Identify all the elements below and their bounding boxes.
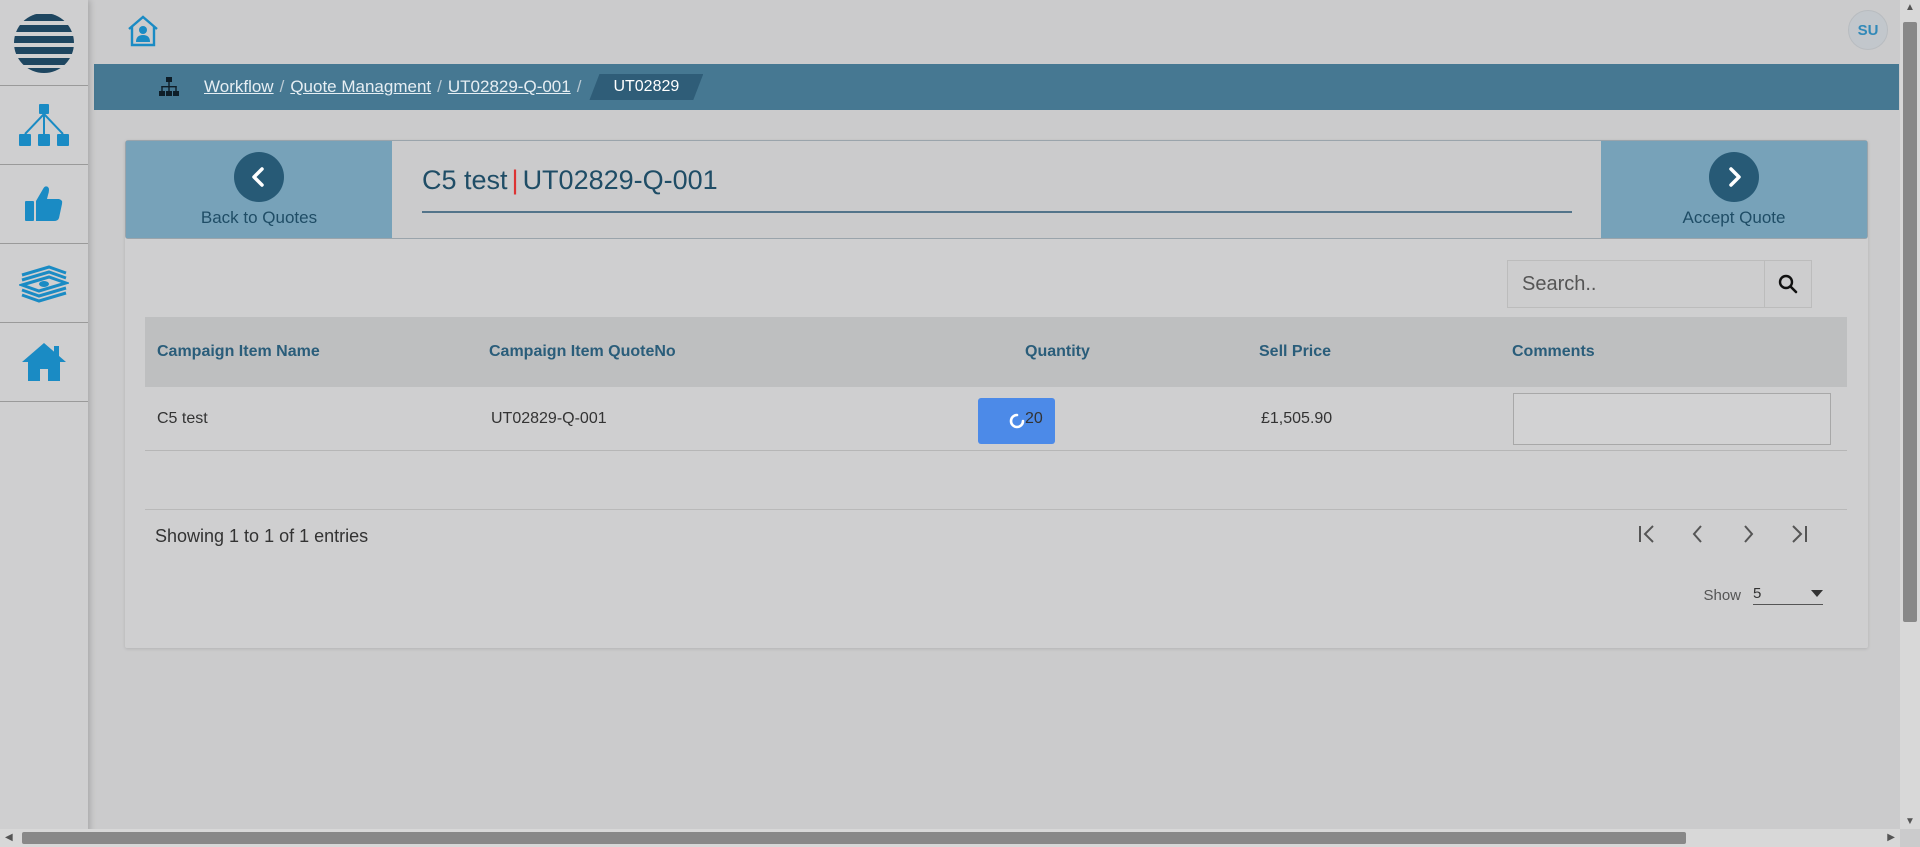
cell-quote-no: UT02829-Q-001 [491, 409, 607, 427]
back-to-quotes-button[interactable]: Back to Quotes [126, 141, 392, 238]
column-header-quantity[interactable]: Quantity [1025, 317, 1090, 387]
logo[interactable] [0, 0, 88, 86]
thumbs-up-icon [25, 186, 63, 221]
page-size-value: 5 [1753, 585, 1762, 602]
page-size-select[interactable]: 5 [1753, 585, 1823, 605]
vertical-scroll-thumb[interactable] [1903, 22, 1917, 622]
breadcrumb-separator: / [576, 77, 582, 96]
nav-finance[interactable] [0, 244, 88, 323]
cell-quantity: 20 [1025, 409, 1043, 427]
table-row: C5 test UT02829-Q-001 20 £1,505.90 [145, 387, 1847, 451]
nav-workflow[interactable] [0, 86, 88, 165]
accept-quote-button[interactable]: Accept Quote [1601, 141, 1867, 238]
column-header-sell-price[interactable]: Sell Price [1259, 317, 1331, 387]
title-quote-number: UT02829-Q-001 [522, 165, 718, 195]
search-button[interactable] [1764, 261, 1811, 307]
accept-quote-label: Accept Quote [1682, 208, 1786, 227]
loading-spinner-button[interactable] [978, 398, 1055, 444]
title-separator: | [511, 165, 519, 195]
vertical-scrollbar[interactable]: ▲ ▼ [1900, 0, 1920, 829]
cell-item-name: C5 test [157, 409, 208, 427]
show-label: Show [1703, 586, 1741, 604]
topbar: SU [88, 0, 1900, 64]
scroll-down-icon[interactable]: ▼ [1905, 816, 1915, 827]
page-size-control: Show 5 [1703, 585, 1823, 605]
nav-home[interactable] [0, 323, 88, 402]
card-header: Back to Quotes C5 test | UT02829-Q-001 Acc… [125, 140, 1868, 239]
breadcrumb-quote[interactable]: UT02829-Q-001 [448, 77, 571, 97]
chevron-right-icon [1744, 525, 1754, 543]
next-page-button[interactable] [1734, 520, 1762, 548]
page-title: C5 test | UT02829-Q-001 [422, 165, 1572, 213]
globe-logo-icon [14, 12, 74, 73]
sitemap-icon [159, 77, 179, 96]
caret-down-icon [1811, 589, 1823, 597]
breadcrumb-separator: / [437, 77, 442, 96]
scroll-right-icon[interactable]: ▶ [1887, 832, 1895, 843]
home-button[interactable] [126, 14, 162, 50]
last-page-icon [1792, 525, 1807, 543]
home-icon [22, 343, 66, 381]
cell-sell-price: £1,505.90 [1261, 409, 1333, 427]
entries-info: Showing 1 to 1 of 1 entries [155, 526, 369, 546]
sidebar [0, 0, 88, 847]
breadcrumb-current: UT02829 [589, 74, 703, 100]
first-page-icon [1639, 525, 1654, 543]
column-header-item-name[interactable]: Campaign Item Name [157, 317, 320, 387]
user-avatar[interactable]: SU [1848, 10, 1888, 50]
scroll-left-icon[interactable]: ◀ [5, 832, 13, 843]
spinner-icon [1009, 413, 1024, 429]
chevron-right-icon [1709, 152, 1759, 202]
first-page-button[interactable] [1634, 520, 1662, 548]
breadcrumb: Workflow / Quote Managment / UT02829-Q-0… [94, 64, 1899, 110]
pagination [1634, 520, 1812, 548]
money-stack-icon [19, 265, 69, 303]
house-user-icon [128, 15, 158, 47]
column-header-comments[interactable]: Comments [1512, 317, 1595, 387]
search-input[interactable]: Search.. [1508, 261, 1764, 307]
scroll-up-icon[interactable]: ▲ [1905, 2, 1915, 13]
breadcrumb-separator: / [279, 77, 285, 96]
workflow-tree-icon [19, 104, 69, 146]
last-page-button[interactable] [1784, 520, 1812, 548]
back-to-quotes-label: Back to Quotes [200, 208, 318, 227]
horizontal-scrollbar[interactable]: ◀ ▶ [0, 829, 1900, 847]
chevron-left-icon [234, 152, 284, 202]
column-header-quote-no[interactable]: Campaign Item QuoteNo [489, 317, 676, 387]
table-header: Campaign Item Name Campaign Item QuoteNo… [145, 317, 1847, 387]
search-icon [1778, 274, 1798, 294]
divider [145, 509, 1847, 510]
search-box: Search.. [1507, 260, 1812, 308]
nav-approvals[interactable] [0, 165, 88, 244]
title-name: C5 test [422, 165, 508, 195]
breadcrumb-workflow[interactable]: Workflow [204, 77, 274, 97]
comments-input[interactable] [1513, 393, 1831, 445]
breadcrumb-quote-management[interactable]: Quote Managment [290, 77, 431, 97]
horizontal-scroll-thumb[interactable] [22, 832, 1686, 844]
previous-page-button[interactable] [1684, 520, 1712, 548]
chevron-left-icon [1692, 525, 1702, 543]
quote-card: Back to Quotes C5 test | UT02829-Q-001 Acc… [125, 140, 1868, 648]
